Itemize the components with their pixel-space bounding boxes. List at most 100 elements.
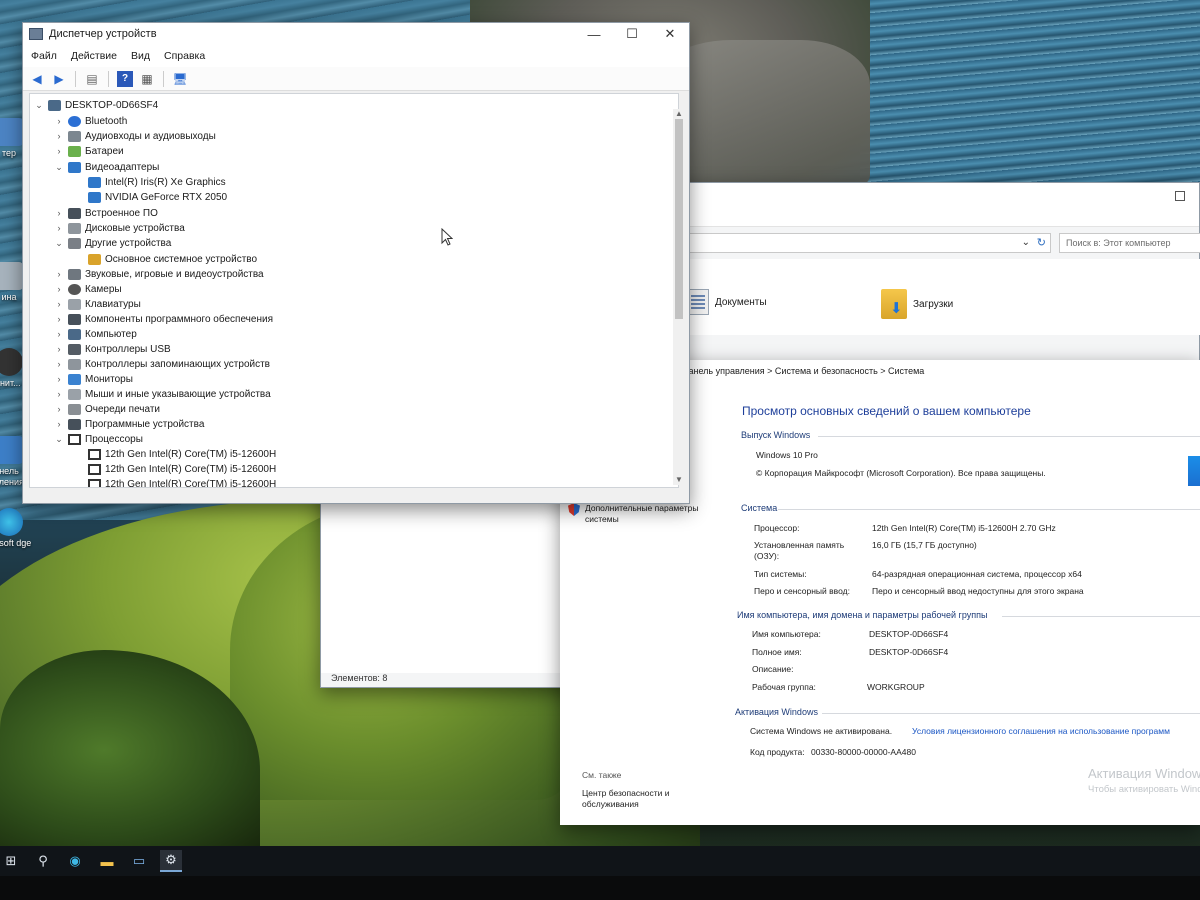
tree-item[interactable]: › Контроллеры USB <box>54 342 171 356</box>
help-icon[interactable]: ? <box>117 70 133 87</box>
tree-item[interactable]: ⌄ DESKTOP-0D66SF4 <box>34 98 158 112</box>
file-explorer-icon[interactable]: ▬ <box>96 850 118 872</box>
close-button[interactable]: ✕ <box>651 23 689 45</box>
activation-status: Система Windows не активирована. <box>750 726 893 736</box>
chevron-right-icon[interactable]: › <box>54 131 64 141</box>
scroll-down-icon[interactable]: ▼ <box>673 475 685 485</box>
search-input[interactable]: Поиск в: Этот компьютер <box>1059 233 1200 253</box>
security-center-link[interactable]: Центр безопасности и обслуживания <box>582 788 692 810</box>
tree-item[interactable]: ⌄ Видеоадаптеры <box>54 160 159 174</box>
restore-icon[interactable] <box>1175 191 1185 201</box>
show-hide-tree-icon[interactable]: ▤ <box>84 71 100 87</box>
properties-icon[interactable]: ▦ <box>139 71 155 87</box>
edge-icon <box>0 508 23 536</box>
tree-item[interactable]: › Мониторы <box>54 372 133 386</box>
chevron-right-icon[interactable]: › <box>54 284 64 294</box>
license-terms-link[interactable]: Условия лицензионного соглашения на испо… <box>912 726 1170 737</box>
device-manager-window[interactable]: Диспетчер устройств — ☐ ✕ Файл Действие … <box>22 22 690 504</box>
device-tree[interactable]: ⌄ DESKTOP-0D66SF4 › Bluetooth › Аудиовходы и … <box>29 93 679 488</box>
window-title: Диспетчер устройств <box>49 28 157 40</box>
advanced-settings-link[interactable]: Дополнительные параметры системы <box>585 503 725 525</box>
tree-item[interactable]: 12th Gen Intel(R) Core(TM) i5-12600H <box>74 462 276 476</box>
tree-item[interactable]: › Мыши и иные указывающие устройства <box>54 387 271 401</box>
forward-arrow-icon[interactable]: ▶ <box>51 71 67 87</box>
refresh-icon[interactable]: ↻ <box>1037 236 1046 249</box>
scroll-up-icon[interactable]: ▲ <box>673 109 685 119</box>
product-code-label: Код продукта: <box>750 747 805 757</box>
breadcrumb[interactable]: Панель управления > Система и безопаснос… <box>682 366 924 376</box>
quick-access-pane: Документы Загрузки <box>681 259 1200 335</box>
computer-icon <box>68 328 81 340</box>
vertical-scrollbar[interactable]: ▲ ▼ <box>673 109 685 485</box>
quick-access-downloads[interactable]: Загрузки <box>881 289 953 319</box>
chevron-right-icon[interactable]: › <box>54 419 64 429</box>
usb-icon <box>68 343 81 355</box>
chevron-down-icon[interactable]: ⌄ <box>54 434 64 445</box>
desktop-icon-edge[interactable]: crosoft dge <box>0 508 34 549</box>
tree-item[interactable]: Основное системное устройство <box>74 252 257 266</box>
start-icon[interactable]: ⊞ <box>0 850 22 872</box>
toolbar-separator <box>108 70 109 87</box>
monitor-icon[interactable]: ▭ <box>128 850 150 872</box>
chevron-right-icon[interactable]: › <box>54 404 64 414</box>
maximize-button[interactable]: ☐ <box>613 23 651 45</box>
tree-item[interactable]: ⌄ Процессоры <box>54 432 143 446</box>
chevron-right-icon[interactable]: › <box>54 389 64 399</box>
tree-item[interactable]: › Звуковые, игровые и видеоустройства <box>54 267 264 281</box>
chevron-down-icon[interactable]: ⌄ <box>54 162 64 173</box>
menu-action[interactable]: Действие <box>71 50 117 62</box>
tree-item[interactable]: › Батареи <box>54 144 124 158</box>
minimize-button[interactable]: — <box>575 23 613 45</box>
titlebar[interactable]: Диспетчер устройств — ☐ ✕ <box>23 23 689 45</box>
camera-icon <box>68 283 81 295</box>
back-arrow-icon[interactable]: ◀ <box>29 71 45 87</box>
tree-item[interactable]: NVIDIA GeForce RTX 2050 <box>74 190 227 204</box>
tree-item[interactable]: › Компоненты программного обеспечения <box>54 312 273 326</box>
tree-item[interactable]: › Встроенное ПО <box>54 206 158 220</box>
quick-access-documents[interactable]: Документы <box>687 289 767 315</box>
menu-help[interactable]: Справка <box>164 50 205 62</box>
chevron-right-icon[interactable]: › <box>54 344 64 354</box>
tree-item[interactable]: › Очереди печати <box>54 402 160 416</box>
menu-file[interactable]: Файл <box>31 50 57 62</box>
chevron-right-icon[interactable]: › <box>54 359 64 369</box>
device-manager-icon[interactable]: ⚙ <box>160 850 182 872</box>
chevron-down-icon[interactable]: ⌄ <box>34 100 44 111</box>
tree-item-label: Компоненты программного обеспечения <box>85 313 273 325</box>
copyright-text: © Корпорация Майкрософт (Microsoft Corpo… <box>756 468 1046 478</box>
tree-item[interactable]: Intel(R) Iris(R) Xe Graphics <box>74 175 226 189</box>
tree-item[interactable]: › Контроллеры запоминающих устройств <box>54 357 270 371</box>
menu-view[interactable]: Вид <box>131 50 150 62</box>
tree-item[interactable]: 12th Gen Intel(R) Core(TM) i5-12600H <box>74 477 276 487</box>
tree-item[interactable]: ⌄ Другие устройства <box>54 236 171 250</box>
scan-hardware-icon[interactable]: 🖥 <box>172 71 188 87</box>
chevron-right-icon[interactable]: › <box>54 299 64 309</box>
chevron-right-icon[interactable]: › <box>54 374 64 384</box>
tree-item[interactable]: › Bluetooth <box>54 114 127 128</box>
chevron-right-icon[interactable]: › <box>54 269 64 279</box>
tree-item[interactable]: › Программные устройства <box>54 417 204 431</box>
chevron-down-icon[interactable]: ⌄ <box>54 238 64 249</box>
chevron-right-icon[interactable]: › <box>54 116 64 126</box>
status-bar-count: Элементов: 8 <box>331 673 388 683</box>
chevron-down-icon[interactable]: ⌄ <box>1022 237 1030 248</box>
section-windows-edition: Выпуск Windows <box>741 430 811 440</box>
address-bar[interactable]: ⌄ ↻ <box>681 233 1051 253</box>
tree-item[interactable]: › Аудиовходы и аудиовыходы <box>54 129 216 143</box>
display-adapter-icon <box>88 191 101 203</box>
shield-icon <box>568 503 580 516</box>
chevron-right-icon[interactable]: › <box>54 223 64 233</box>
tree-item[interactable]: 12th Gen Intel(R) Core(TM) i5-12600H <box>74 447 276 461</box>
chevron-right-icon[interactable]: › <box>54 314 64 324</box>
search-icon[interactable]: ⚲ <box>32 850 54 872</box>
scrollbar-thumb[interactable] <box>675 119 683 319</box>
tree-item[interactable]: › Дисковые устройства <box>54 221 185 235</box>
tree-item[interactable]: › Камеры <box>54 282 122 296</box>
edge-icon[interactable]: ◉ <box>64 850 86 872</box>
tree-item[interactable]: › Компьютер <box>54 327 137 341</box>
chevron-right-icon[interactable]: › <box>54 208 64 218</box>
divider <box>818 436 1200 437</box>
tree-item[interactable]: › Клавиатуры <box>54 297 141 311</box>
chevron-right-icon[interactable]: › <box>54 146 64 156</box>
chevron-right-icon[interactable]: › <box>54 329 64 339</box>
